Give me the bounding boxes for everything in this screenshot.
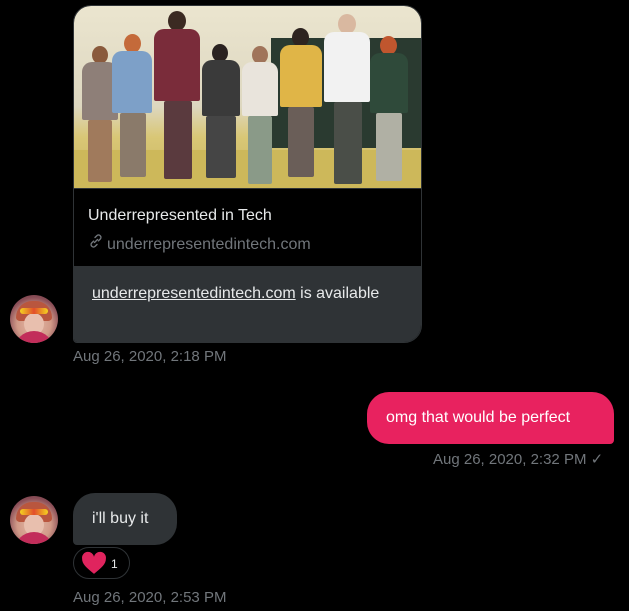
link-preview-image <box>74 6 421 188</box>
outgoing-message-timestamp: Aug 26, 2020, 2:32 PM ✓ <box>433 450 603 468</box>
reaction-badge[interactable]: 1 <box>73 547 130 579</box>
domain-link[interactable]: underrepresentedintech.com <box>92 285 296 302</box>
link-preview-domain-text: underrepresentedintech.com <box>107 236 311 253</box>
link-preview-domain: underrepresentedintech.com <box>88 233 311 254</box>
message-text-rest: is available <box>295 285 380 302</box>
heart-icon <box>81 551 107 580</box>
message-timestamp: Aug 26, 2020, 2:53 PM <box>73 589 227 606</box>
incoming-message-bubble[interactable]: i'll buy it <box>73 493 177 545</box>
timestamp-text: Aug 26, 2020, 2:32 PM <box>433 451 587 468</box>
message-text: underrepresentedintech.com is available <box>74 266 421 342</box>
link-preview-card[interactable]: Underrepresented in Tech underrepresente… <box>73 5 422 343</box>
link-preview-title: Underrepresented in Tech <box>88 207 272 224</box>
avatar[interactable] <box>10 295 58 343</box>
message-timestamp: Aug 26, 2020, 2:18 PM <box>73 348 227 365</box>
reaction-count: 1 <box>111 557 118 571</box>
dm-conversation: Underrepresented in Tech underrepresente… <box>0 0 629 611</box>
link-preview-meta: Underrepresented in Tech underrepresente… <box>74 188 421 266</box>
link-icon <box>88 233 104 254</box>
sent-check-icon: ✓ <box>590 451 604 468</box>
outgoing-message-bubble[interactable]: omg that would be perfect <box>367 392 614 444</box>
avatar[interactable] <box>10 496 58 544</box>
